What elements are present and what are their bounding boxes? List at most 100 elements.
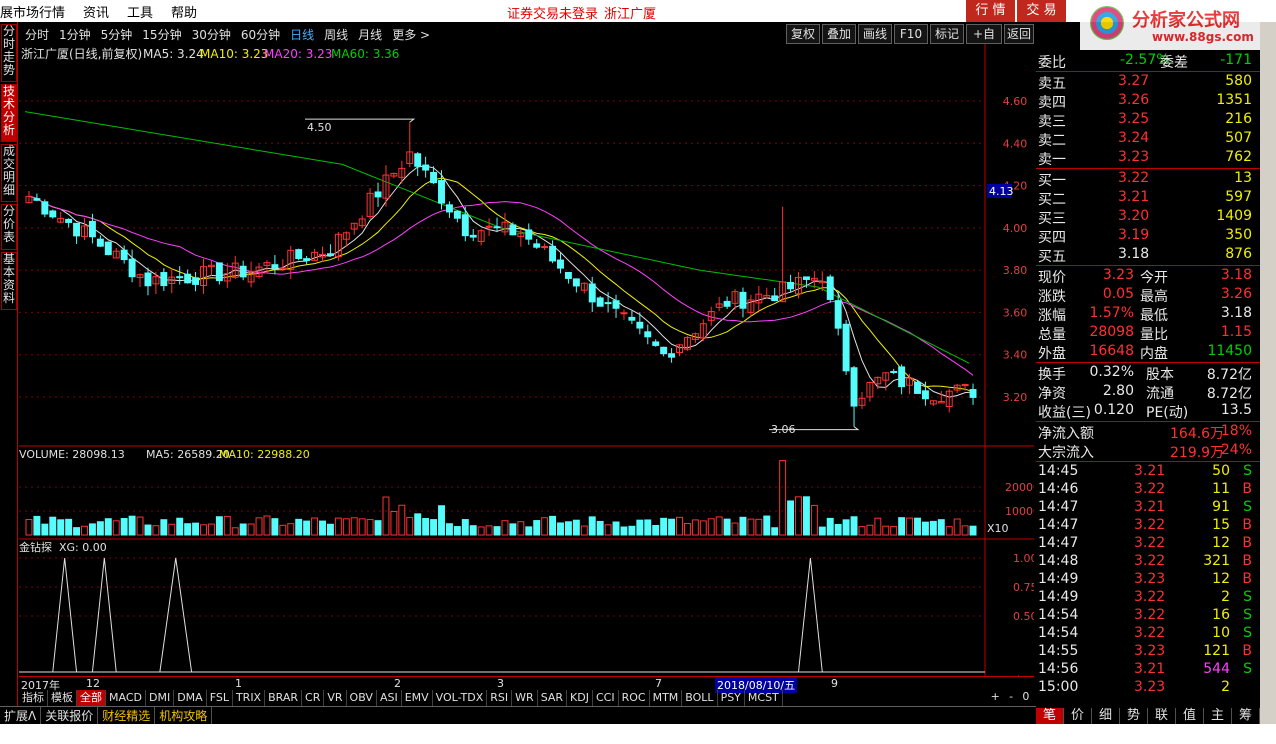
period-1min[interactable]: 1分钟	[54, 26, 96, 43]
overlay-button[interactable]: 叠加	[822, 24, 856, 44]
period-fenshi[interactable]: 分时	[20, 26, 54, 43]
fuquan-button[interactable]: 复权	[786, 24, 820, 44]
login-status[interactable]: 证券交易未登录	[507, 3, 598, 22]
bid-row: 买四 3.19 350	[1036, 227, 1260, 246]
indicator-tab-cci[interactable]: CCI	[593, 690, 619, 706]
quote-button[interactable]: 行 情	[966, 0, 1016, 22]
indicator-tab-psy[interactable]: PSY	[718, 690, 745, 706]
indicator-tab-cr[interactable]: CR	[302, 690, 325, 706]
fit-button[interactable]: 0	[1022, 690, 1029, 706]
period-30min[interactable]: 30分钟	[187, 26, 236, 43]
status-finance[interactable]: 财经精选	[98, 707, 156, 724]
indicator-tab-brar[interactable]: BRAR	[265, 690, 303, 706]
draw-line-button[interactable]: 画线	[858, 24, 892, 44]
fund-label: 股本	[1146, 367, 1174, 383]
volume-bar	[921, 521, 929, 536]
add-favorite-button[interactable]: +自选	[966, 24, 1002, 59]
period-60min[interactable]: 60分钟	[236, 26, 285, 43]
indicator-tab-vol-tdx[interactable]: VOL-TDX	[433, 690, 488, 706]
volume-bar	[96, 521, 104, 536]
tick-price: 3.22	[1134, 517, 1166, 533]
volume-bar	[557, 522, 564, 536]
tab-trades[interactable]: 成交明细	[1, 144, 17, 202]
indicator-tab-asi[interactable]: ASI	[377, 690, 402, 706]
candle-body	[374, 191, 382, 198]
volume-bar	[834, 523, 842, 536]
candle-body	[898, 366, 906, 388]
indicator-tab-boll[interactable]: BOLL	[682, 690, 718, 706]
period-more[interactable]: 更多 >	[387, 26, 435, 43]
volume-bar	[509, 523, 517, 536]
kline-chart[interactable]: 4.604.404.204.003.803.603.403.2020000100…	[19, 44, 1034, 676]
period-15min[interactable]: 15分钟	[137, 26, 186, 43]
right-tab[interactable]: 笔	[1036, 708, 1064, 724]
menu-market[interactable]: 展市场行情	[0, 2, 74, 21]
indicator-tab-指标[interactable]: 指标	[19, 690, 48, 706]
indicator-tab-vr[interactable]: VR	[324, 690, 347, 706]
ask-row: 卖五 3.27 580	[1036, 73, 1260, 92]
fund-value: 2.80	[1102, 383, 1134, 399]
zoom-out-button[interactable]: -	[1009, 690, 1013, 706]
indicator-tab-rsi[interactable]: RSI	[487, 690, 513, 706]
candle-body	[509, 224, 517, 236]
right-tab[interactable]: 势	[1120, 708, 1148, 724]
right-tab[interactable]: 主	[1204, 708, 1232, 724]
bid-price: 3.21	[1118, 189, 1150, 205]
date-label: 7	[655, 677, 662, 690]
indicator-tab-kdj[interactable]: KDJ	[567, 690, 593, 706]
back-button[interactable]: 返回	[1004, 24, 1034, 44]
indicator-tab-trix[interactable]: TRIX	[233, 690, 266, 706]
indicator-tab-obv[interactable]: OBV	[347, 690, 377, 706]
candle-body	[961, 384, 969, 387]
volume-bar	[842, 519, 850, 536]
date-label: 9	[831, 677, 838, 690]
tab-technical[interactable]: 技术分析	[1, 84, 17, 142]
quote-value: 3.18	[1220, 267, 1252, 283]
period-5min[interactable]: 5分钟	[96, 26, 138, 43]
indicator-tab-roc[interactable]: ROC	[619, 690, 650, 706]
tab-price-table[interactable]: 分价表	[1, 204, 17, 250]
candle-body	[430, 171, 438, 184]
indicator-tab-dma[interactable]: DMA	[174, 690, 207, 706]
menu-help[interactable]: 帮助	[162, 2, 206, 21]
tick-time: 14:47	[1038, 499, 1079, 515]
window-scrollbar[interactable]	[1260, 22, 1276, 724]
indicator-tab-wr[interactable]: WR	[512, 690, 538, 706]
indicator-tab-mcst[interactable]: MCST	[745, 690, 783, 706]
indicator-tab-sar[interactable]: SAR	[538, 690, 568, 706]
indicator-tab-emv[interactable]: EMV	[402, 690, 433, 706]
period-monthly[interactable]: 月线	[353, 26, 387, 43]
tab-fundamentals[interactable]: 基本资料	[1, 252, 17, 310]
tab-fenshi[interactable]: 分时走势	[1, 24, 17, 82]
right-tab[interactable]: 值	[1176, 708, 1204, 724]
menu-tools[interactable]: 工具	[118, 2, 162, 21]
indicator-tab-macd[interactable]: MACD	[106, 690, 146, 706]
period-daily[interactable]: 日线	[285, 26, 319, 43]
f10-button[interactable]: F10	[894, 24, 928, 44]
mark-button[interactable]: 标记	[930, 24, 964, 44]
volume-bar	[469, 525, 477, 536]
right-tab[interactable]: 细	[1092, 708, 1120, 724]
ask-price: 3.24	[1118, 130, 1150, 146]
indicator-tab-模板[interactable]: 模板	[48, 690, 77, 706]
trade-button[interactable]: 交 易	[1017, 0, 1067, 22]
indicator-tab-全部[interactable]: 全部	[77, 690, 106, 706]
indicator-tab-mtm[interactable]: MTM	[650, 690, 683, 706]
volume-bar	[422, 518, 430, 536]
volume-bar	[787, 500, 795, 536]
fund-value: 0.120	[1093, 402, 1134, 418]
zoom-in-button[interactable]: +	[991, 690, 1000, 706]
indicator-tab-dmi[interactable]: DMI	[146, 690, 175, 706]
right-tab[interactable]: 价	[1064, 708, 1092, 724]
menu-news[interactable]: 资讯	[74, 2, 118, 21]
right-tab[interactable]: 筹	[1232, 708, 1260, 724]
indicator-tab-fsl[interactable]: FSL	[207, 690, 233, 706]
period-weekly[interactable]: 周线	[319, 26, 353, 43]
fund-label: 换手	[1038, 367, 1066, 383]
tick-direction: B	[1242, 571, 1252, 587]
right-tab[interactable]: 联	[1148, 708, 1176, 724]
status-extend[interactable]: 扩展Ʌ	[0, 707, 42, 724]
status-institution[interactable]: 机构攻略	[155, 707, 213, 724]
status-related[interactable]: 关联报价	[41, 707, 99, 724]
candle-body	[668, 353, 676, 358]
